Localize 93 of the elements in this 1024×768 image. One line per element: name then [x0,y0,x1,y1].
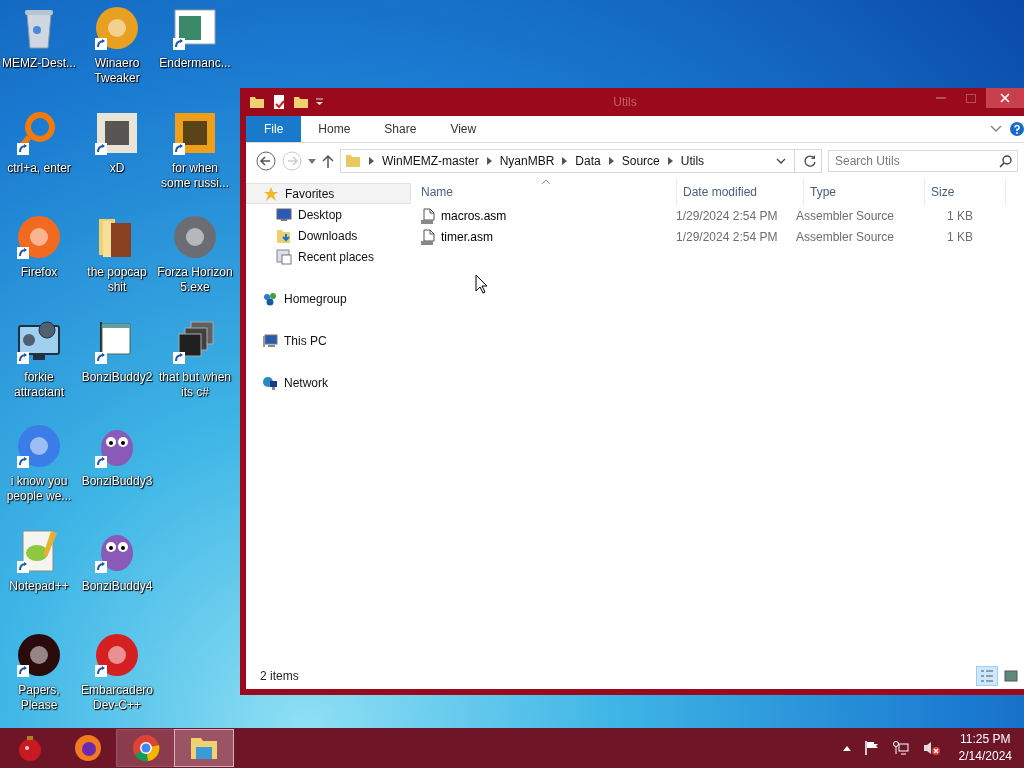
file-tab[interactable]: File [246,116,302,142]
desktop-icon-label: for when some russi... [160,160,230,191]
file-type-cell-text: Assembler Source [795,229,896,244]
column-header[interactable]: Date modified [677,179,804,205]
desktop-icon-label: i know you people we... [5,474,73,504]
ribbon-tab[interactable]: Home [301,116,368,142]
asm-file-icon [421,207,435,224]
new-folder-icon[interactable] [293,94,309,110]
desktop-icon-label: xD [108,160,126,176]
flag-icon[interactable] [864,741,879,755]
breadcrumb-link[interactable]: WinMEMZ-master [382,154,479,168]
ribbon-tab[interactable]: View [433,116,494,142]
nav-item[interactable]: Network [246,372,411,393]
picture-icon [1004,670,1018,682]
nav-item[interactable]: Favorites [246,183,411,204]
nav-item[interactable]: Homegroup [246,288,411,309]
show-hidden-icons-caret[interactable] [842,745,851,751]
desktop-icon-label: BonziBuddy2 [80,369,154,385]
file-size-cell-text: 1 KB [946,208,974,223]
firefox-icon [73,733,103,763]
column-header[interactable]: Name [415,179,677,205]
desktop-icon-label: Forza Horizon 5.exe [157,265,233,295]
downloads-folder-icon [276,227,292,244]
homegroup-icon [262,290,278,307]
asm-file-icon [421,228,435,245]
desktop-icon-label: BonziBuddy3 [80,474,154,489]
dropdown-caret-icon[interactable] [315,98,324,106]
search-field[interactable]: Search Utils [828,150,1018,172]
column-header[interactable]: Size [925,179,1006,205]
computer-icon [262,332,278,349]
mouse-pointer-icon [475,274,488,294]
taskbar-button[interactable] [174,729,234,767]
address-bar[interactable]: WinMEMZ-master NyanMBR Data Source Utils [340,149,822,173]
chevron-right-icon[interactable] [667,157,673,165]
recent-places-icon [276,248,292,265]
desktop-icon-label: ctrl+a, enter [6,160,72,176]
item-count: 2 items [260,669,299,683]
search-icon [999,155,1012,168]
desktop-icon-label: Papers, Please [17,683,61,713]
star-icon [263,185,279,202]
chrome-icon [131,733,161,763]
breadcrumb-link[interactable]: Data [575,154,601,168]
dropdown-caret-icon[interactable] [308,158,316,164]
folder-icon [345,153,361,169]
window-title: Utils [612,95,638,109]
file-name[interactable]: macros.asm [441,208,507,223]
date-modified-cell-text: 1/29/2024 2:54 PM [675,208,779,223]
column-header[interactable]: Type [804,179,925,205]
desktop-icon-label: Winaero Tweaker [93,56,141,86]
help-icon[interactable] [1010,122,1024,136]
desktop-icon-label: forkie attractant [13,369,65,400]
desktop-icon-label: BonziBuddy4 [80,578,154,594]
nav-item[interactable]: Recent places [246,246,411,267]
nav-item[interactable]: Desktop [246,204,411,225]
taskbar-button[interactable] [116,729,176,767]
chevron-down-icon[interactable] [776,158,786,164]
up-arrow-icon[interactable] [322,154,334,168]
desktop-icon-label: Firefox [19,265,59,280]
speaker-icon[interactable] [922,741,941,755]
desktop-icon-label: Notepad++ [8,578,70,594]
network-icon [262,374,278,391]
file-name[interactable]: timer.asm [441,229,493,244]
chevron-right-icon[interactable] [486,157,492,165]
breadcrumb-link[interactable]: Source [621,154,660,168]
file-type-cell-text: Assembler Source [795,208,896,223]
chevron-right-icon[interactable] [608,157,614,165]
breadcrumb-link[interactable]: NyanMBR [499,154,555,168]
network-icon[interactable] [892,741,909,755]
properties-icon[interactable] [271,94,287,110]
close-icon [1000,93,1010,103]
close-button[interactable] [986,88,1024,108]
ribbon-tab[interactable]: Share [367,116,434,142]
refresh-icon[interactable] [803,154,817,168]
desktop-icon-label: that but when its c# [157,369,233,400]
desktop-icon-label: Embarcadero Dev-C++ [79,683,154,713]
round-app-icon[interactable] [15,631,63,679]
list-icon [980,670,994,682]
date-modified-cell-text: 1/29/2024 2:54 PM [675,229,779,244]
sort-caret-icon [541,179,550,184]
desktop-icon-label: the popcap shit [86,265,148,295]
file-size-cell-text: 1 KB [946,229,974,244]
desktop-icon [276,206,292,223]
nav-item[interactable]: This PC [246,330,411,351]
desktop-icon-label: MEMZ-Dest... [1,56,77,71]
folder-icon[interactable] [249,94,265,110]
chevron-right-icon[interactable] [369,157,374,165]
chevron-right-icon[interactable] [562,157,568,165]
breadcrumb-link[interactable]: Utils [680,154,705,168]
nav-item[interactable]: Downloads [246,225,411,246]
desktop-icon-label: Endermanc... [158,56,232,71]
clock[interactable]: 11:25 PM 2/14/2024 [958,731,1012,765]
minimize-icon [936,97,946,99]
maximize-icon [966,93,976,103]
